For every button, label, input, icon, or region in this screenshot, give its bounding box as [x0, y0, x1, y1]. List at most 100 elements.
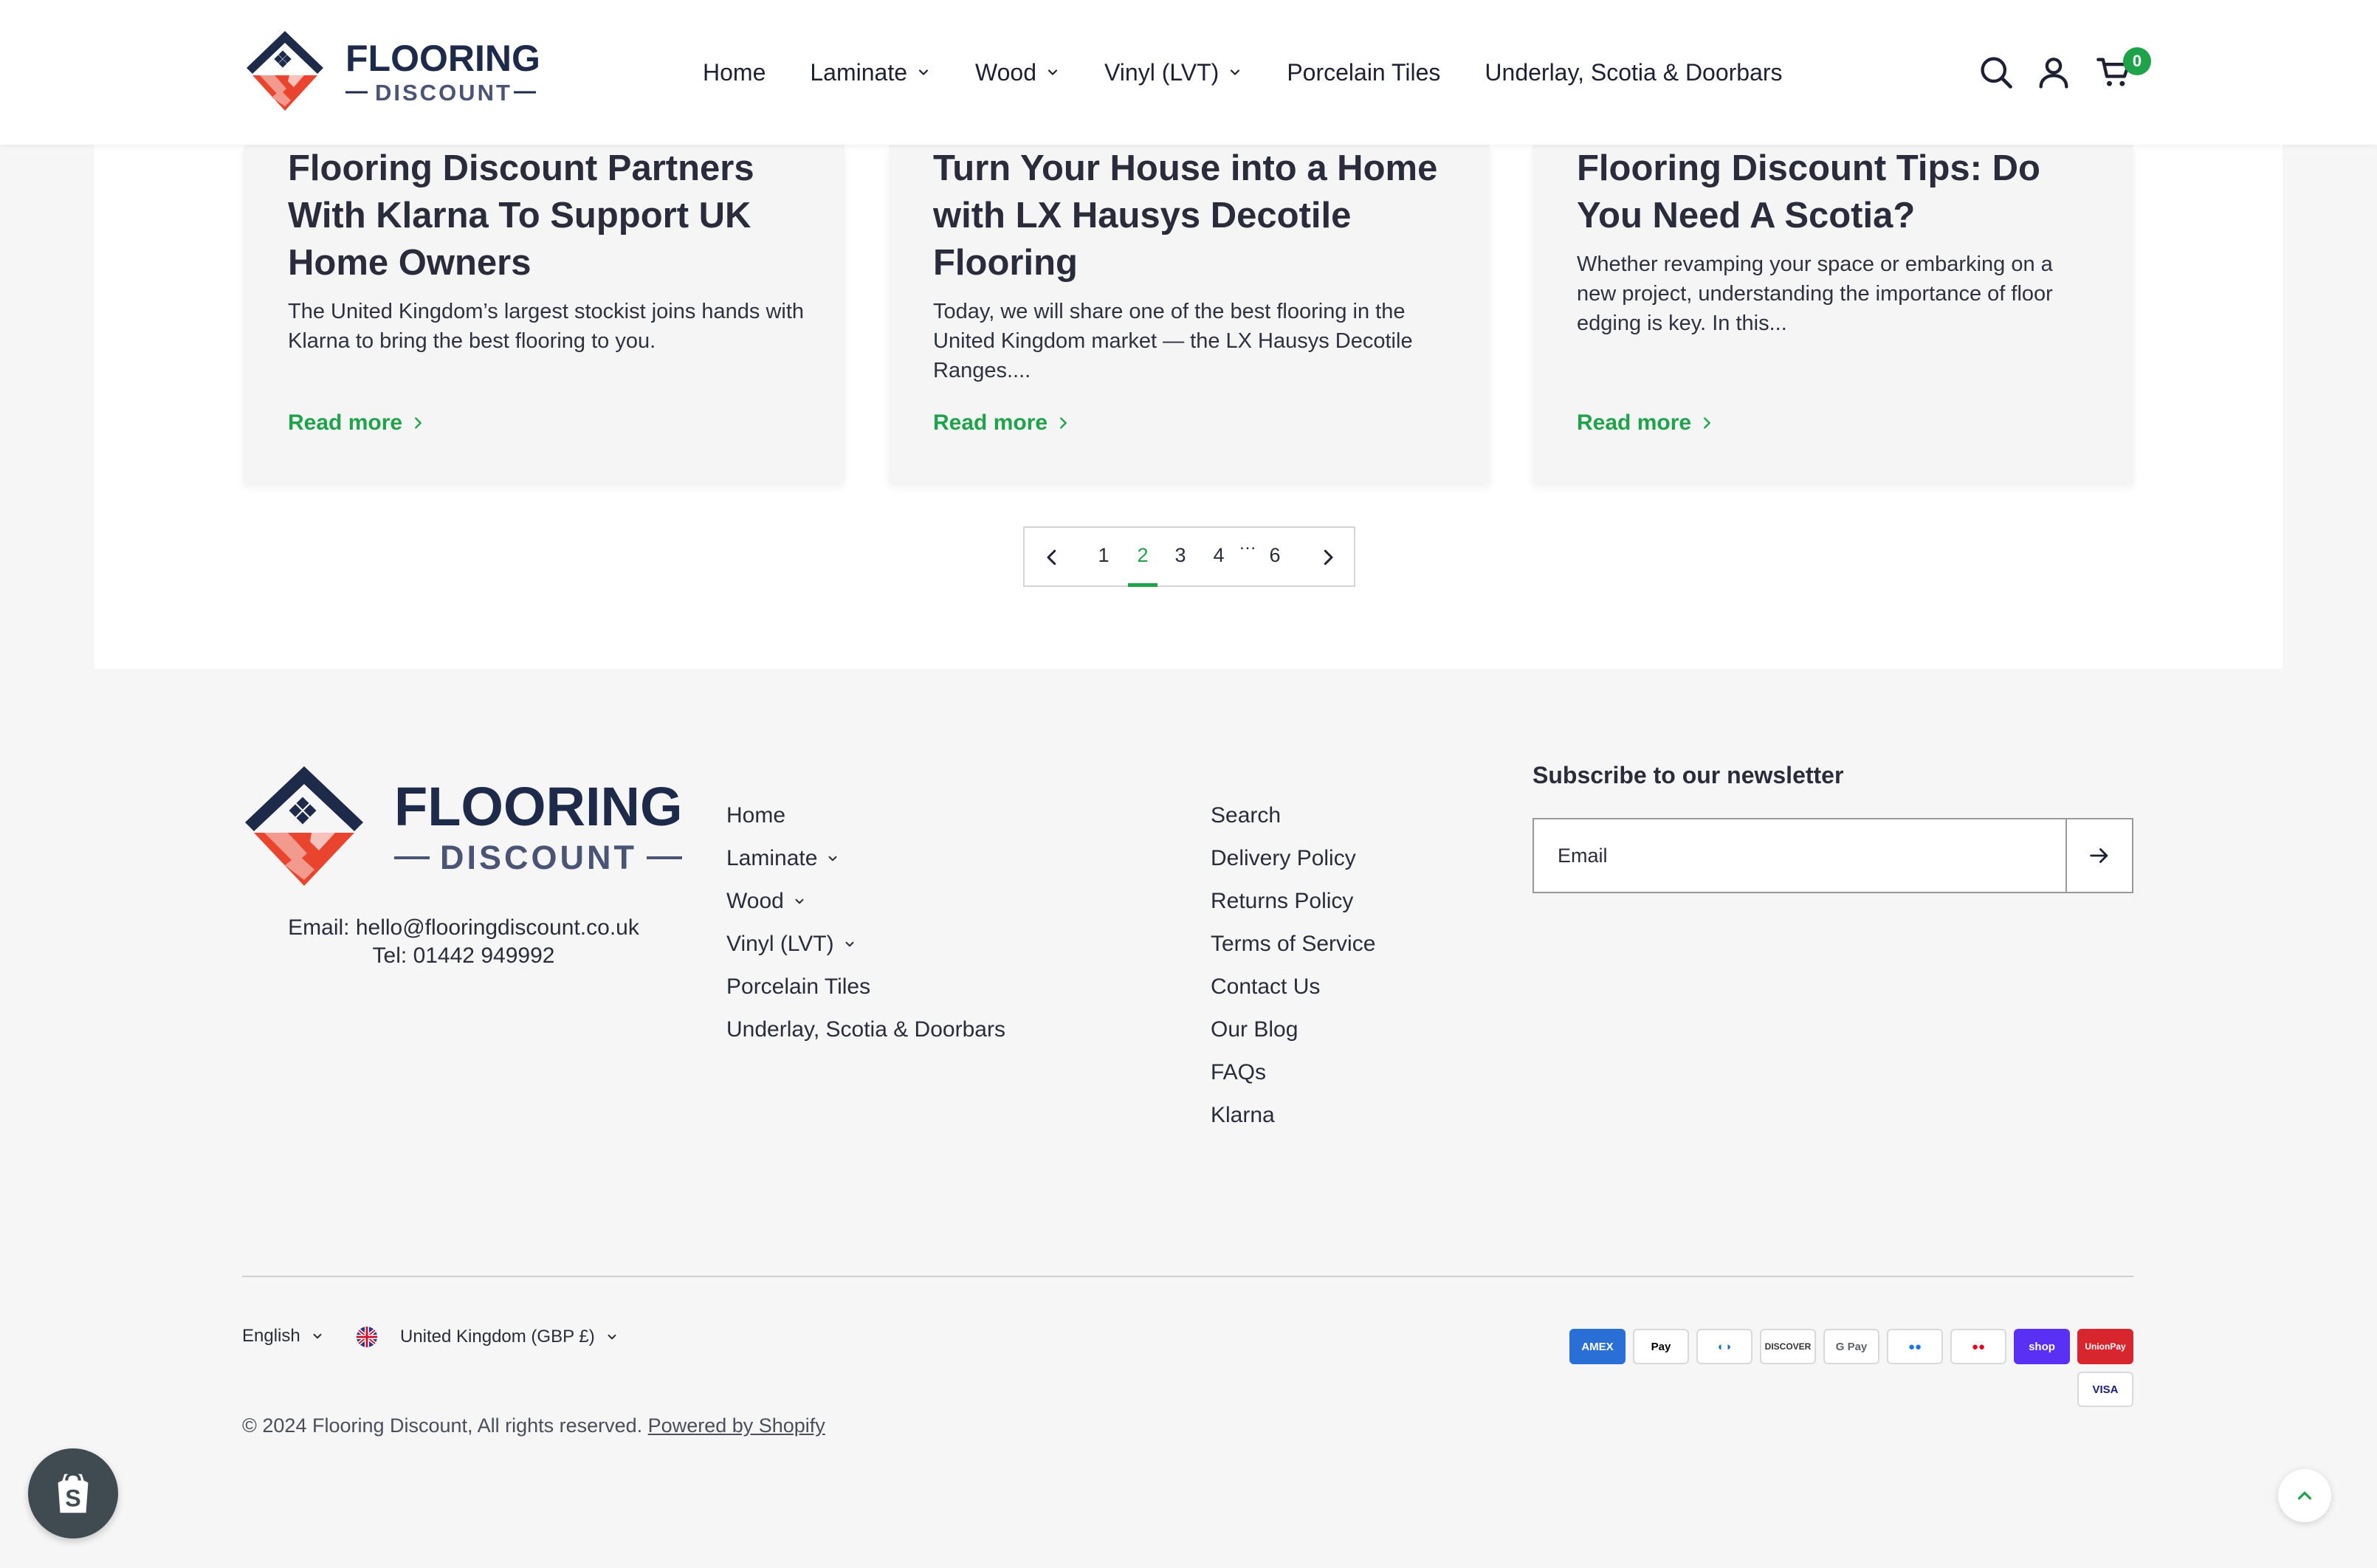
- chevron-down-icon: [918, 69, 929, 75]
- nav-home[interactable]: Home: [703, 59, 766, 86]
- pagination-ellipsis: …: [1239, 534, 1257, 554]
- nav-label: Wood: [975, 58, 1037, 86]
- chevron-down-icon: [1231, 69, 1240, 75]
- footer-link-porcelain-tiles[interactable]: Porcelain Tiles: [726, 966, 1005, 1008]
- shopify-chat-button[interactable]: S: [28, 1448, 118, 1538]
- shopify-bag-icon: S: [58, 1472, 89, 1513]
- footer-link-terms-of-service[interactable]: Terms of Service: [1211, 923, 1375, 966]
- footer-link-delivery-policy[interactable]: Delivery Policy: [1211, 837, 1375, 880]
- footer-link-klarna[interactable]: Klarna: [1211, 1094, 1375, 1137]
- footer-brand-logo[interactable]: FLOORING DISCOUNT: [242, 762, 692, 890]
- read-more-link[interactable]: Read more: [288, 410, 426, 436]
- country-label: United Kingdom (GBP £): [400, 1327, 595, 1347]
- page-1-link[interactable]: 1: [1093, 544, 1115, 567]
- mastercard-icon: ●●: [1950, 1329, 2006, 1364]
- chevron-up-icon: [2297, 1491, 2312, 1500]
- chevron-down-icon: [313, 1333, 322, 1339]
- scroll-to-top-button[interactable]: [2278, 1469, 2331, 1522]
- account-icon[interactable]: [2034, 53, 2073, 92]
- nav-label: Home: [703, 58, 766, 86]
- footer-link-search[interactable]: Search: [1211, 794, 1375, 837]
- footer-link-laminate[interactable]: Laminate: [726, 837, 1005, 880]
- logo-text-bottom: DISCOUNT: [375, 80, 512, 106]
- nav-wood[interactable]: Wood: [975, 59, 1060, 86]
- chevron-down-icon: [1048, 69, 1058, 75]
- read-more-label: Read more: [288, 410, 403, 435]
- footer-link-faqs[interactable]: FAQs: [1211, 1051, 1375, 1094]
- logo-mark-icon: [247, 31, 323, 111]
- read-more-link[interactable]: Read more: [933, 410, 1071, 436]
- country-selector[interactable]: United Kingdom (GBP £): [356, 1326, 619, 1348]
- visa-icon: VISA: [2077, 1372, 2133, 1407]
- footer-link-wood[interactable]: Wood: [726, 880, 1005, 923]
- chevron-down-icon: [828, 856, 837, 862]
- copyright: © 2024 Flooring Discount, All rights res…: [242, 1414, 825, 1437]
- newsletter-email-input[interactable]: [1534, 819, 2065, 892]
- footer-link-contact-us[interactable]: Contact Us: [1211, 966, 1375, 1008]
- next-page-icon[interactable]: [1317, 546, 1339, 568]
- logo-text-bottom: DISCOUNT: [440, 839, 637, 876]
- footer-link-home[interactable]: Home: [726, 794, 1005, 837]
- blog-card: Flooring Discount Tips: Do You Need A Sc…: [1533, 145, 2133, 483]
- page-2-current[interactable]: 2: [1132, 544, 1154, 567]
- footer-link-vinyl[interactable]: Vinyl (LVT): [726, 923, 1005, 966]
- shop-pay-icon: shop: [2014, 1329, 2070, 1364]
- powered-by-shopify-link[interactable]: Powered by Shopify: [648, 1414, 825, 1437]
- current-page-indicator: [1128, 583, 1157, 587]
- footer-link-underlay[interactable]: Underlay, Scotia & Doorbars: [726, 1008, 1005, 1051]
- site-header: FLOORING DISCOUNT Home Laminate Wood Vin…: [0, 0, 2377, 145]
- apple-pay-icon: Pay: [1633, 1329, 1689, 1364]
- language-label: English: [242, 1326, 300, 1346]
- footer-link-label: Wood: [726, 889, 784, 913]
- page-4-link[interactable]: 4: [1208, 544, 1230, 567]
- main-nav: Home Laminate Wood Vinyl (LVT) Porcelain…: [703, 0, 1827, 145]
- contact-phone[interactable]: Tel: 01442 949992: [242, 942, 685, 970]
- brand-logo[interactable]: FLOORING DISCOUNT: [242, 27, 552, 115]
- uk-flag-icon: [357, 1327, 377, 1347]
- chevron-down-icon: [845, 941, 854, 947]
- nav-vinyl[interactable]: Vinyl (LVT): [1104, 59, 1242, 86]
- blog-card-title[interactable]: Turn Your House into a Home with LX Haus…: [933, 145, 1450, 286]
- cart-count-badge: 0: [2123, 47, 2151, 75]
- contact-email[interactable]: Email: hello@flooringdiscount.co.uk: [242, 914, 685, 942]
- chevron-down-icon: [795, 898, 804, 904]
- previous-page-icon[interactable]: [1041, 546, 1063, 568]
- nav-laminate[interactable]: Laminate: [810, 59, 931, 86]
- google-pay-icon: G Pay: [1823, 1329, 1879, 1364]
- footer-link-returns-policy[interactable]: Returns Policy: [1211, 880, 1375, 923]
- logo-text-top: FLOORING: [394, 776, 683, 837]
- footer-link-label: Laminate: [726, 846, 818, 870]
- footer-link-our-blog[interactable]: Our Blog: [1211, 1008, 1375, 1051]
- logo-mark-icon: [245, 766, 363, 886]
- footer-contact: Email: hello@flooringdiscount.co.uk Tel:…: [242, 914, 685, 970]
- footer-link-label: Vinyl (LVT): [726, 932, 834, 956]
- read-more-link[interactable]: Read more: [1577, 410, 1715, 436]
- footer-menu-main: Home Laminate Wood Vinyl (LVT) Porcelain…: [726, 794, 1005, 1051]
- newsletter-title: Subscribe to our newsletter: [1533, 762, 1844, 788]
- nav-label: Porcelain Tiles: [1287, 58, 1441, 86]
- page-3-link[interactable]: 3: [1169, 544, 1191, 567]
- svg-text:S: S: [65, 1485, 80, 1512]
- footer-link-label: Home: [726, 803, 786, 828]
- footer-link-label: Porcelain Tiles: [726, 974, 871, 999]
- unionpay-icon: UnionPay: [2077, 1329, 2133, 1364]
- chevron-down-icon: [608, 1334, 616, 1340]
- chevron-right-icon: [415, 417, 422, 429]
- maestro-icon: ●●: [1887, 1329, 1943, 1364]
- arrow-right-icon: [2090, 848, 2108, 863]
- nav-porcelain-tiles[interactable]: Porcelain Tiles: [1287, 59, 1440, 86]
- newsletter-submit-button[interactable]: [2065, 819, 2132, 892]
- blog-card-title[interactable]: Flooring Discount Tips: Do You Need A Sc…: [1577, 145, 2094, 239]
- blog-card-excerpt: The United Kingdom’s largest stockist jo…: [288, 300, 805, 353]
- search-icon[interactable]: [1977, 53, 2015, 92]
- pagination: 1 2 3 4 … 6: [1023, 526, 1355, 587]
- blog-card-title[interactable]: Flooring Discount Partners With Klarna T…: [288, 145, 805, 286]
- language-selector[interactable]: English: [242, 1326, 324, 1347]
- read-more-label: Read more: [933, 410, 1048, 435]
- logo-text-top: FLOORING: [345, 38, 540, 79]
- discover-icon: DISCOVER: [1760, 1329, 1816, 1364]
- nav-underlay[interactable]: Underlay, Scotia & Doorbars: [1485, 59, 1782, 86]
- page-6-link[interactable]: 6: [1264, 544, 1286, 567]
- amex-icon: AMEX: [1569, 1329, 1626, 1364]
- nav-label: Underlay, Scotia & Doorbars: [1485, 58, 1783, 86]
